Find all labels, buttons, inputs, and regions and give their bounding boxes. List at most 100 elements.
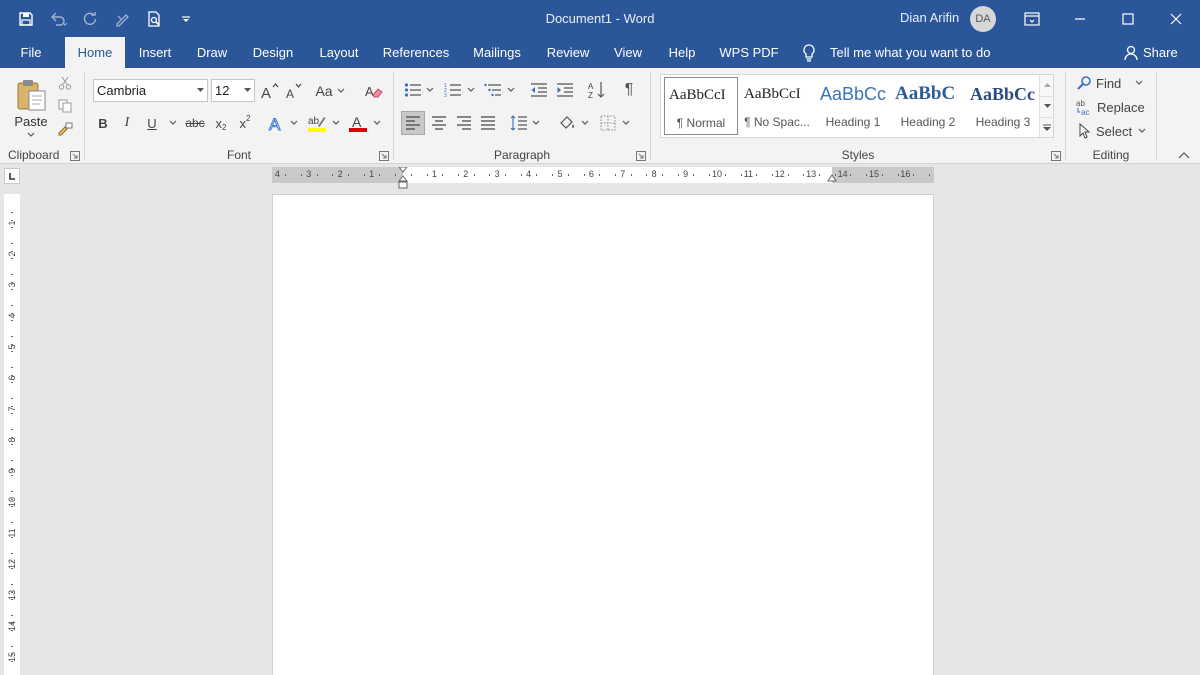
chevron-down-icon[interactable]	[581, 120, 589, 126]
user-name[interactable]: Dian Arifin	[900, 10, 959, 25]
bold-button[interactable]: B	[93, 112, 113, 134]
chevron-down-icon[interactable]	[507, 87, 515, 93]
ruler-tick	[11, 475, 13, 477]
first-line-indent-marker[interactable]	[398, 167, 408, 175]
subscript-button[interactable]: x2	[211, 112, 231, 134]
line-spacing-icon[interactable]	[508, 111, 530, 135]
ruler-tick	[740, 174, 742, 176]
customize-qat-icon[interactable]	[170, 4, 202, 34]
change-case-button[interactable]: Aa	[313, 79, 347, 102]
superscript-button[interactable]: x2	[235, 112, 255, 134]
gallery-more-icon[interactable]	[1040, 117, 1054, 137]
numbering-icon[interactable]: 123	[442, 79, 464, 101]
collapse-ribbon-icon[interactable]	[1176, 148, 1192, 162]
align-center-icon[interactable]	[427, 111, 451, 135]
clipboard-launcher-icon[interactable]	[70, 150, 80, 161]
ruler-tick	[363, 174, 365, 176]
underline-button[interactable]: U	[141, 112, 163, 134]
tab-review[interactable]: Review	[538, 37, 598, 68]
borders-icon[interactable]	[597, 111, 619, 135]
styles-gallery-scroller	[1039, 75, 1054, 137]
bullets-icon[interactable]	[402, 79, 424, 101]
close-icon[interactable]	[1152, 0, 1200, 37]
increase-indent-icon[interactable]	[554, 79, 576, 101]
chevron-down-icon[interactable]	[169, 120, 177, 126]
ribbon-display-options-icon[interactable]	[1008, 0, 1056, 37]
undo-icon[interactable]	[42, 4, 74, 34]
tab-insert[interactable]: Insert	[130, 37, 180, 68]
chevron-down-icon[interactable]	[332, 120, 340, 126]
style-no-spacing[interactable]: AaBbCcI ¶ No Spac...	[740, 77, 814, 135]
cut-icon[interactable]	[56, 74, 74, 92]
style-name: ¶ Normal	[676, 116, 726, 130]
avatar[interactable]: DA	[970, 6, 996, 32]
format-painter-icon[interactable]	[56, 120, 74, 138]
tab-design[interactable]: Design	[244, 37, 302, 68]
paste-button[interactable]: Paste	[8, 74, 54, 142]
chevron-down-icon[interactable]	[373, 120, 381, 126]
tab-layout[interactable]: Layout	[310, 37, 368, 68]
styles-launcher-icon[interactable]	[1051, 150, 1061, 161]
print-preview-icon[interactable]	[138, 4, 170, 34]
hanging-indent-marker[interactable]	[398, 175, 408, 189]
gallery-scroll-up-icon[interactable]	[1040, 75, 1054, 95]
font-launcher-icon[interactable]	[379, 150, 389, 161]
tab-view[interactable]: View	[606, 37, 650, 68]
style-heading-1[interactable]: AaBbCc Heading 1	[816, 77, 890, 135]
tab-references[interactable]: References	[377, 37, 455, 68]
chevron-down-icon[interactable]	[467, 87, 475, 93]
document-page[interactable]	[272, 194, 934, 675]
minimize-icon[interactable]	[1056, 0, 1104, 37]
horizontal-ruler[interactable]: 4 3 2 1 1 2 3 4 5 6 7 8 9 10 11 12 13 14 15 16	[272, 167, 934, 189]
text-effects-icon[interactable]: A	[265, 112, 289, 134]
tab-mailings[interactable]: Mailings	[464, 37, 530, 68]
show-formatting-marks-button[interactable]: ¶	[618, 79, 640, 101]
grow-font-icon[interactable]: A	[259, 79, 281, 102]
chevron-down-icon[interactable]	[622, 120, 630, 126]
tab-draw[interactable]: Draw	[190, 37, 234, 68]
font-size-combo[interactable]: 12	[211, 79, 255, 102]
decrease-indent-icon[interactable]	[528, 79, 550, 101]
style-heading-3[interactable]: AaBbCc Heading 3	[966, 77, 1040, 135]
replace-button[interactable]: ab ac Replace	[1076, 96, 1156, 118]
share-button[interactable]: Share	[1123, 37, 1178, 68]
font-name-combo[interactable]: Cambria	[93, 79, 208, 102]
shading-icon[interactable]	[556, 111, 578, 135]
find-button[interactable]: Find	[1076, 72, 1156, 94]
save-icon[interactable]	[10, 4, 42, 34]
maximize-icon[interactable]	[1104, 0, 1152, 37]
tab-file[interactable]: File	[8, 37, 54, 68]
justify-icon[interactable]	[476, 111, 500, 135]
right-indent-marker[interactable]	[827, 174, 837, 183]
chevron-down-icon[interactable]	[426, 87, 434, 93]
tell-me-box[interactable]: Tell me what you want to do	[802, 37, 990, 68]
style-name: Heading 3	[975, 115, 1031, 129]
tab-help[interactable]: Help	[660, 37, 704, 68]
style-heading-2[interactable]: AaBbC Heading 2	[891, 77, 965, 135]
highlight-icon[interactable]: ab	[305, 112, 329, 134]
paragraph-launcher-icon[interactable]	[636, 150, 646, 161]
ruler-tick	[11, 374, 13, 376]
style-normal[interactable]: AaBbCcI ¶ Normal	[664, 77, 738, 135]
font-color-icon[interactable]: A	[346, 112, 370, 134]
italic-button[interactable]: I	[117, 112, 137, 134]
strikethrough-button[interactable]: abc	[183, 112, 207, 134]
align-left-icon[interactable]	[401, 111, 425, 135]
align-right-icon[interactable]	[452, 111, 476, 135]
chevron-down-icon[interactable]	[290, 120, 298, 126]
vertical-ruler[interactable]: 1 2 3 4 5 6 7 8 9 10 11 12 13 14 15	[4, 194, 20, 675]
gallery-scroll-down-icon[interactable]	[1040, 96, 1054, 116]
select-button[interactable]: Select	[1076, 120, 1156, 142]
tab-wps-pdf[interactable]: WPS PDF	[712, 37, 786, 68]
touch-mode-icon[interactable]	[106, 4, 138, 34]
copy-icon[interactable]	[56, 97, 74, 115]
redo-icon[interactable]	[74, 4, 106, 34]
tab-home[interactable]: Home	[65, 37, 125, 68]
chevron-down-icon[interactable]	[532, 120, 540, 126]
style-sample: AaBbCcI	[669, 87, 726, 103]
shrink-font-icon[interactable]: A	[283, 79, 305, 102]
sort-icon[interactable]: AZ	[586, 79, 608, 101]
clear-formatting-icon[interactable]: A	[362, 79, 386, 102]
tab-selector[interactable]	[4, 168, 20, 184]
multilevel-list-icon[interactable]	[482, 79, 504, 101]
